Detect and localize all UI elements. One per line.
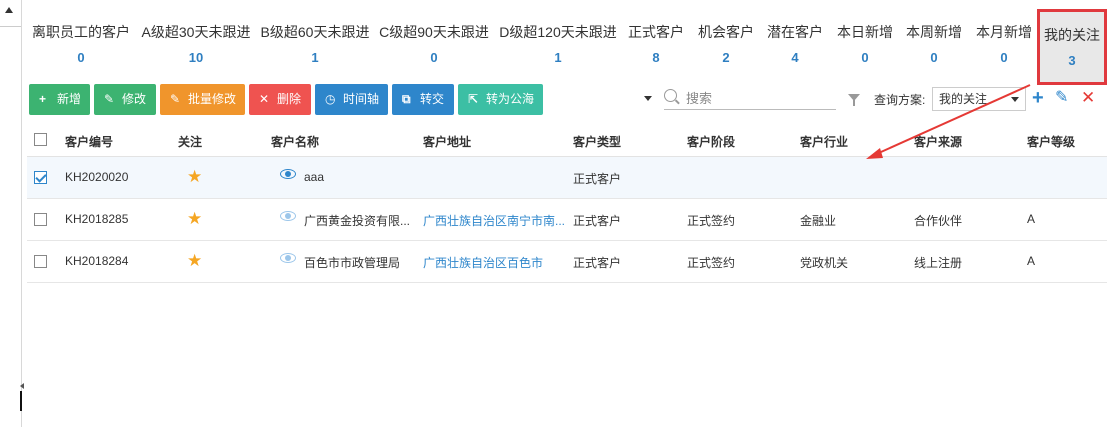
annotation-arrow — [866, 84, 1031, 159]
